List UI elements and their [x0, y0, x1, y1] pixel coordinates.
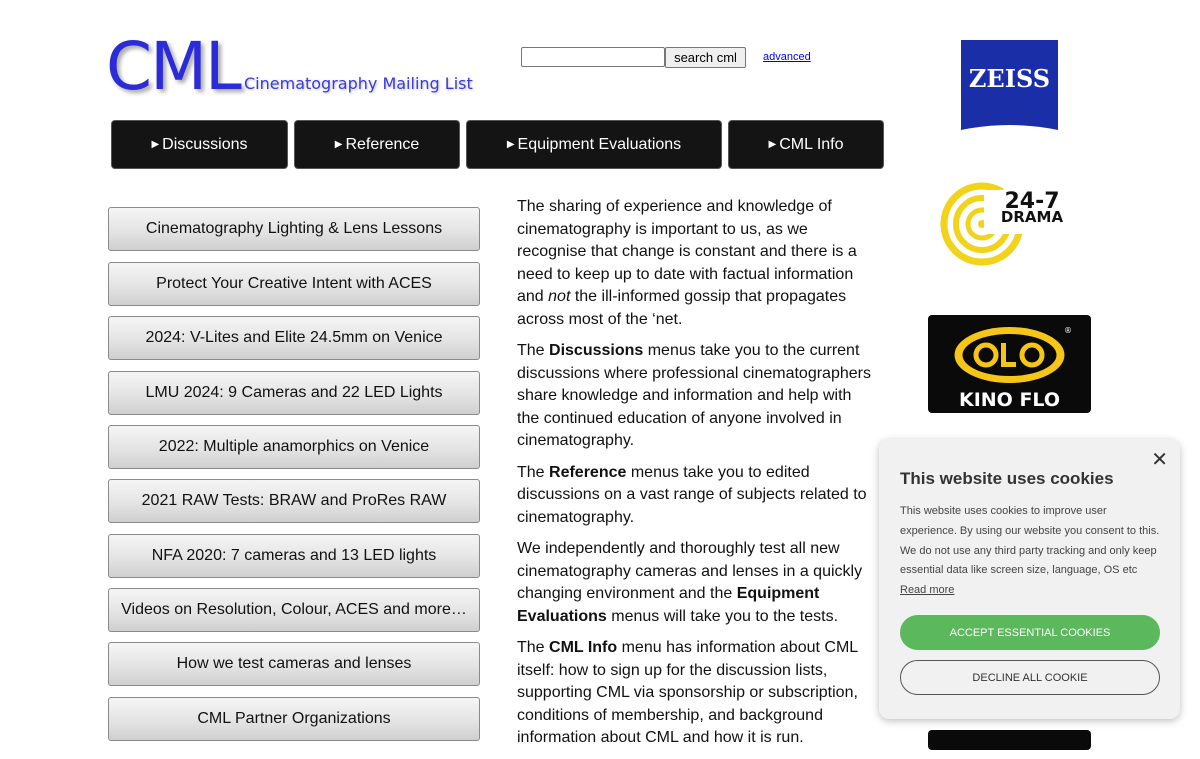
svg-text:KINO FLO: KINO FLO [959, 389, 1060, 411]
nav-label: Reference [345, 135, 420, 153]
reference-paragraph: The Reference menus take you to edited d… [517, 463, 867, 526]
play-arrow-icon: ▶ [768, 139, 777, 150]
link-aces-creative-intent[interactable]: Protect Your Creative Intent with ACES [108, 262, 480, 306]
drama-target-icon: 24-7 DRAMA [940, 182, 1080, 266]
link-lmu-2024[interactable]: LMU 2024: 9 Cameras and 22 LED Lights [108, 371, 480, 415]
svg-text:ZEISS: ZEISS [969, 64, 1050, 93]
search-button[interactable]: search cml [665, 47, 746, 68]
zeiss-sponsor-logo[interactable]: ZEISS [961, 40, 1058, 137]
accept-essential-cookies-button[interactable]: ACCEPT ESSENTIAL COOKIES [900, 615, 1160, 650]
play-arrow-icon: ▶ [151, 139, 160, 150]
play-arrow-icon: ▶ [334, 139, 343, 150]
link-videos-resolution[interactable]: Videos on Resolution, Colour, ACES and m… [108, 588, 480, 632]
nav-reference[interactable]: ▶ Reference [294, 120, 460, 169]
link-lighting-lens-lessons[interactable]: Cinematography Lighting & Lens Lessons [108, 207, 480, 251]
site-logo[interactable]: CML Cinematography Mailing List [106, 28, 473, 105]
cml-info-paragraph: The CML Info menu has information about … [517, 639, 858, 746]
nav-label: Equipment Evaluations [517, 135, 682, 153]
link-2022-anamorphics[interactable]: 2022: Multiple anamorphics on Venice [108, 425, 480, 469]
sponsor-logo-partial[interactable] [928, 730, 1091, 750]
intro-text: The sharing of experience and knowledge … [517, 196, 873, 759]
decline-all-cookies-button[interactable]: DECLINE ALL COOKIE [900, 660, 1160, 695]
nav-discussions[interactable]: ▶ Discussions [111, 120, 288, 169]
link-nfa-2020[interactable]: NFA 2020: 7 cameras and 13 LED lights [108, 534, 480, 578]
link-2021-raw-tests[interactable]: 2021 RAW Tests: BRAW and ProRes RAW [108, 479, 480, 523]
discussions-paragraph: The Discussions menus take you to the cu… [517, 342, 871, 449]
kinoflo-sponsor-logo[interactable]: KINO FLO ® [928, 315, 1091, 413]
logo-subtitle: Cinematography Mailing List [244, 74, 473, 93]
link-how-we-test[interactable]: How we test cameras and lenses [108, 642, 480, 686]
nav-label: CML Info [779, 135, 844, 153]
link-partner-organizations[interactable]: CML Partner Organizations [108, 697, 480, 741]
cookie-title: This website uses cookies [900, 469, 1114, 488]
svg-text:®: ® [1064, 326, 1072, 335]
advanced-search-link[interactable]: advanced [763, 51, 811, 63]
nav-cml-info[interactable]: ▶ CML Info [728, 120, 884, 169]
nav-label: Discussions [162, 135, 248, 153]
play-arrow-icon: ▶ [506, 139, 515, 150]
svg-text:DRAMA: DRAMA [1001, 208, 1064, 226]
cookie-description: This website uses cookies to improve use… [900, 505, 1160, 597]
equipment-paragraph: We independently and thoroughly test all… [517, 540, 863, 625]
drama-247-sponsor-logo[interactable]: 24-7 DRAMA [940, 182, 1080, 268]
link-2024-vlites-venice[interactable]: 2024: V-Lites and Elite 24.5mm on Venice [108, 316, 480, 360]
read-more-link[interactable]: Read more [900, 584, 954, 596]
zeiss-badge-icon: ZEISS [961, 40, 1058, 130]
nav-equipment-evaluations[interactable]: ▶ Equipment Evaluations [466, 120, 722, 169]
kinoflo-mark-icon: KINO FLO ® [954, 326, 1072, 411]
intro-paragraph: The sharing of experience and knowledge … [517, 198, 857, 328]
cookie-consent-dialog: ✕ This website uses cookies This website… [879, 439, 1180, 719]
logo-cml-text: CML [106, 28, 242, 105]
close-icon[interactable]: ✕ [1151, 447, 1168, 472]
search-input[interactable] [521, 47, 665, 67]
